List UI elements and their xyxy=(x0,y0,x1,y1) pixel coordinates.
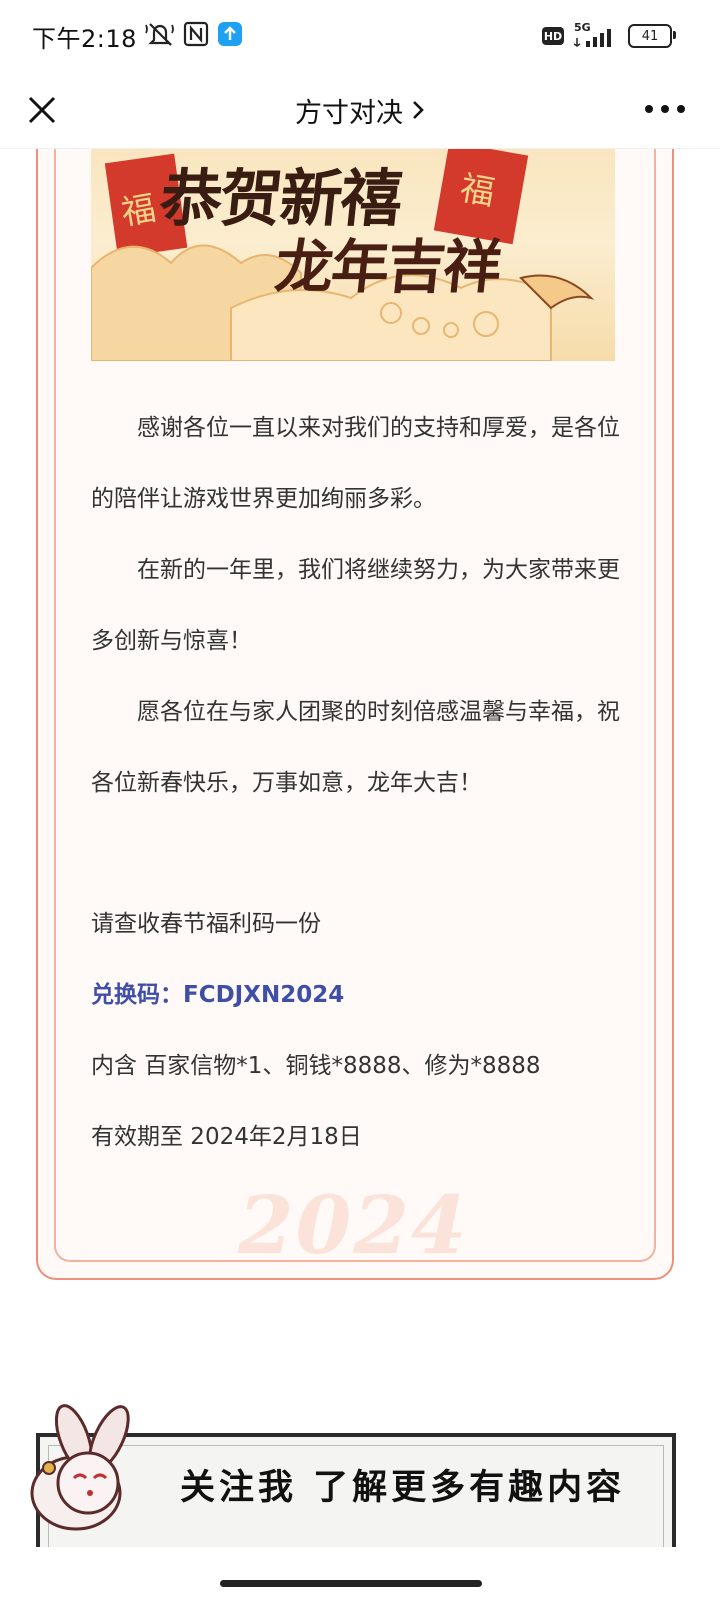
paragraph-2: 在新的一年里，我们将继续努力，为大家带来更多创新与惊喜！ xyxy=(91,557,620,654)
status-bar: 下午2:18 HD 5G 41 xyxy=(0,0,720,72)
redeem-code[interactable]: 兑换码：FCDJXN2024 xyxy=(91,960,621,1031)
mute-icon xyxy=(145,20,175,52)
new-year-banner-image: 福 福 恭贺新禧 龙年吉祥 xyxy=(91,148,615,361)
home-indicator[interactable] xyxy=(220,1580,482,1587)
article-body: 感谢各位一直以来对我们的支持和厚爱，是各位的陪伴让游戏世界更加绚丽多彩。 在新的… xyxy=(91,393,621,1173)
status-left: 下午2:18 xyxy=(32,19,243,54)
chevron-right-icon xyxy=(413,101,424,119)
nav-title-link[interactable]: 方寸对决 xyxy=(295,91,425,130)
signal-icon: 5G xyxy=(574,21,618,49)
paragraph-3: 愿各位在与家人团聚的时刻倍感温馨与幸福，祝各位新春快乐，万事如意，龙年大吉！ xyxy=(91,699,620,796)
rabbit-mascot-icon xyxy=(14,1398,164,1538)
year-watermark: 2024 xyxy=(238,1178,469,1272)
battery-icon: 41 xyxy=(628,24,676,48)
gift-contents: 内含 百家信物*1、铜钱*8888、修为*8888 xyxy=(91,1053,541,1079)
close-icon[interactable] xyxy=(22,90,62,130)
nfc-icon xyxy=(183,21,209,51)
article-content[interactable]: 福 福 恭贺新禧 龙年吉祥 感谢各位一直以来对我们的支持和厚爱，是各位的陪伴让游… xyxy=(0,148,720,1600)
status-right: HD 5G 41 xyxy=(542,21,676,49)
gift-intro: 请查收春节福利码一份 xyxy=(91,911,321,937)
upload-app-icon xyxy=(217,21,243,51)
follow-banner-text: 关注我 了解更多有趣内容 xyxy=(180,1467,626,1508)
status-time: 下午2:18 xyxy=(32,24,137,53)
expiry-date: 有效期至 2024年2月18日 xyxy=(91,1124,362,1150)
battery-level: 41 xyxy=(641,28,659,44)
banner-title-line2: 龙年吉祥 xyxy=(271,233,504,301)
hd-badge: HD xyxy=(542,27,564,45)
more-icon[interactable] xyxy=(640,94,690,124)
nav-bar: 方寸对决 xyxy=(0,72,720,149)
paragraph-1: 感谢各位一直以来对我们的支持和厚爱，是各位的陪伴让游戏世界更加绚丽多彩。 xyxy=(91,415,620,512)
nav-title: 方寸对决 xyxy=(295,97,403,129)
